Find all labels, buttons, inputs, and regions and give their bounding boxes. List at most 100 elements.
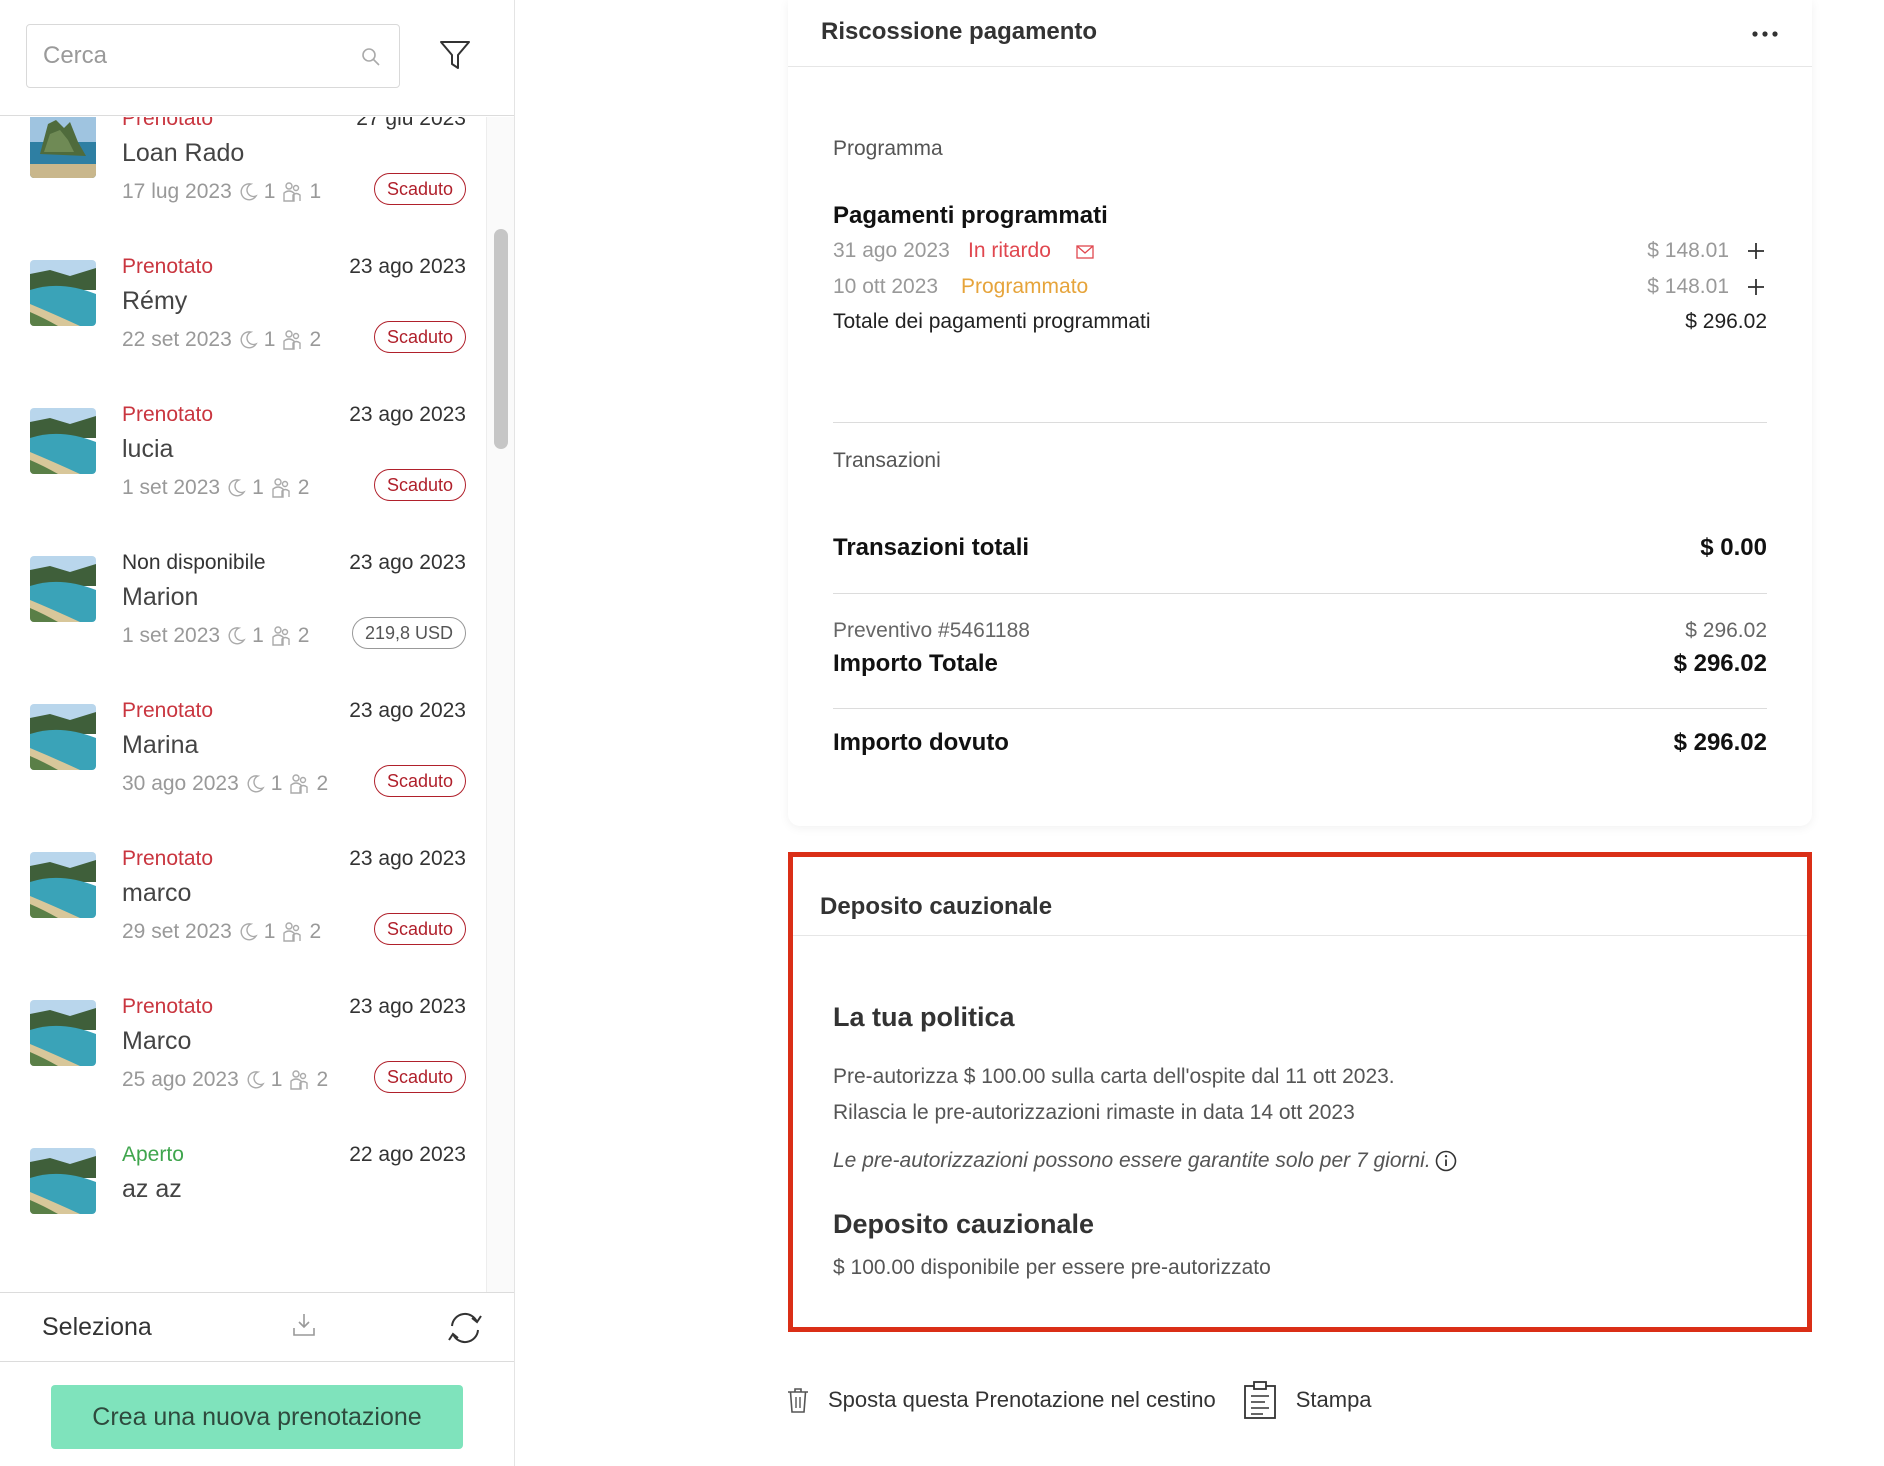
- nights-count: 1: [252, 476, 264, 499]
- guest-name: lucia: [122, 435, 174, 463]
- property-thumbnail: [30, 408, 96, 474]
- guests-count: 2: [316, 772, 329, 795]
- reservation-created-date: 27 giu 2023: [356, 117, 466, 130]
- total-amount-value: $ 296.02: [1673, 650, 1767, 677]
- reservation-list-item[interactable]: Prenotato 23 ago 2023 marco 29 set 2023 1 2 Sc…: [0, 833, 486, 981]
- move-to-trash-label: Sposta questa Prenotazione nel cestino: [828, 1387, 1216, 1412]
- payment-card-header: Riscossione pagamento: [788, 0, 1812, 67]
- quote-value: $ 296.02: [1685, 619, 1767, 642]
- add-payment-icon[interactable]: [1745, 240, 1767, 262]
- reservation-created-date: 23 ago 2023: [349, 995, 466, 1018]
- guests-icon: [290, 1070, 309, 1090]
- expired-badge: Scaduto: [373, 469, 466, 501]
- guests-icon: [290, 774, 309, 794]
- moon-icon: [247, 775, 265, 793]
- guests-count: 2: [309, 920, 322, 943]
- download-icon[interactable]: [290, 1311, 318, 1339]
- search-box[interactable]: [26, 24, 400, 88]
- scheduled-status: Programmato: [961, 275, 1089, 298]
- stay-meta: 30 ago 2023 1 2: [122, 772, 328, 796]
- reservation-list-item[interactable]: Prenotato 23 ago 2023 Marina 30 ago 2023 1 2 S…: [0, 685, 486, 833]
- add-payment-icon[interactable]: [1745, 276, 1767, 298]
- reservation-created-date: 23 ago 2023: [349, 255, 466, 278]
- search-icon[interactable]: [361, 47, 381, 67]
- divider: [833, 422, 1767, 423]
- mail-icon[interactable]: [1076, 245, 1094, 259]
- stay-date: 17 lug 2023: [122, 180, 232, 203]
- nights-count: 1: [263, 180, 276, 203]
- reservation-list-item[interactable]: Non disponibile 23 ago 2023 Marion 1 set 20…: [0, 537, 486, 685]
- stay-meta: 29 set 2023 1 2: [122, 920, 321, 944]
- more-options-icon[interactable]: [1748, 22, 1782, 46]
- scheduled-amount: $ 148.01: [1647, 239, 1729, 262]
- reservation-status: Non disponibile: [122, 551, 266, 574]
- property-thumbnail: [30, 117, 96, 178]
- reservation-status: Prenotato: [122, 255, 214, 278]
- search-bar: [0, 0, 514, 116]
- policy-title: La tua politica: [833, 1002, 1015, 1032]
- guests-icon: [272, 626, 290, 646]
- reservation-status: Prenotato: [122, 995, 214, 1018]
- stay-meta: 1 set 2023 1 2: [122, 476, 309, 500]
- reservation-list-item[interactable]: Prenotato 23 ago 2023 Rémy 22 set 2023 1 2 Sca…: [0, 241, 486, 389]
- stay-date: 25 ago 2023: [122, 1068, 239, 1091]
- reservation-list-viewport[interactable]: 2 ott 202311219,8 USDPrenotato27 giu 202…: [0, 117, 514, 1292]
- expired-badge: Scaduto: [373, 913, 466, 945]
- expired-badge: Scaduto: [373, 765, 466, 797]
- clipboard-icon: [1243, 1381, 1276, 1419]
- scheduled-date: 10 ott 2023: [833, 275, 939, 298]
- scheduled-amount: $ 148.01: [1647, 275, 1729, 298]
- property-thumbnail: [30, 260, 96, 326]
- deposit-card-title: Deposito cauzionale: [820, 893, 1053, 920]
- reservation-status: Prenotato: [122, 403, 214, 426]
- nights-count: 1: [270, 772, 283, 795]
- guests-icon: [283, 182, 302, 202]
- expired-badge: Scaduto: [373, 173, 466, 205]
- reservation-list-item[interactable]: Prenotato 23 ago 2023 Marco 25 ago 2023 1 2 Sc…: [0, 981, 486, 1129]
- nights-count: 1: [263, 920, 276, 943]
- reservation-status: Prenotato: [122, 699, 214, 722]
- reservation-list-item[interactable]: Prenotato 27 giu 2023 Loan Rado 17 lug 2023…: [0, 117, 486, 241]
- policy-line-1: Pre-autorizza $ 100.00 sulla carta dell'…: [833, 1065, 1395, 1088]
- filter-icon[interactable]: [438, 38, 472, 72]
- amount-badge: 219,8 USD: [351, 617, 466, 649]
- create-reservation-button[interactable]: Crea una nuova prenotazione: [51, 1385, 463, 1449]
- divider: [833, 593, 1767, 594]
- expired-badge: Scaduto: [373, 1061, 466, 1093]
- moon-icon: [247, 1071, 265, 1089]
- payment-card-title: Riscossione pagamento: [821, 18, 1098, 45]
- select-button[interactable]: Seleziona: [42, 1313, 152, 1342]
- guests-icon: [272, 478, 290, 498]
- reservation-status: Prenotato: [122, 847, 214, 870]
- security-deposit-card: Deposito cauzionale La tua politica Pre-…: [788, 852, 1812, 1332]
- move-to-trash-button[interactable]: Sposta questa Prenotazione nel cestino: [786, 1386, 1216, 1414]
- trash-icon: [788, 1388, 808, 1413]
- reservation-list-item[interactable]: Prenotato 23 ago 2023 lucia 1 set 2023 1 2 Sca…: [0, 389, 486, 537]
- search-input[interactable]: [43, 39, 343, 73]
- reservation-created-date: 22 ago 2023: [349, 1143, 466, 1166]
- nights-count: 1: [270, 1068, 283, 1091]
- scheduled-total-label: Totale dei pagamenti programmati: [833, 310, 1151, 333]
- guests-icon: [283, 922, 302, 942]
- stay-date: 30 ago 2023: [122, 772, 239, 795]
- deposit-available-text: $ 100.00 disponibile per essere pre-auto…: [833, 1256, 1271, 1279]
- late-status: In ritardo: [968, 239, 1051, 262]
- refresh-icon[interactable]: [444, 1308, 486, 1348]
- schedule-label: Programma: [833, 137, 943, 160]
- moon-icon: [240, 183, 258, 201]
- guests-icon: [283, 330, 302, 350]
- print-button[interactable]: Stampa: [1242, 1380, 1372, 1420]
- list-scrollbar[interactable]: [486, 117, 514, 1292]
- scrollbar-thumb[interactable]: [494, 229, 508, 449]
- reservation-list-item[interactable]: Aperto 22 ago 2023 az az: [0, 1129, 486, 1277]
- info-icon[interactable]: [1435, 1150, 1457, 1172]
- divider: [833, 708, 1767, 709]
- scheduled-payments-title: Pagamenti programmati: [833, 202, 1108, 229]
- stay-date: 29 set 2023: [122, 920, 232, 943]
- stay-date: 22 set 2023: [122, 328, 232, 351]
- reservation-created-date: 23 ago 2023: [349, 403, 466, 426]
- moon-icon: [240, 923, 258, 941]
- reservation-status: Aperto: [122, 1143, 184, 1166]
- reservations-sidebar: 2 ott 202311219,8 USDPrenotato27 giu 202…: [0, 0, 515, 1466]
- stay-meta: 1 set 2023 1 2: [122, 624, 309, 648]
